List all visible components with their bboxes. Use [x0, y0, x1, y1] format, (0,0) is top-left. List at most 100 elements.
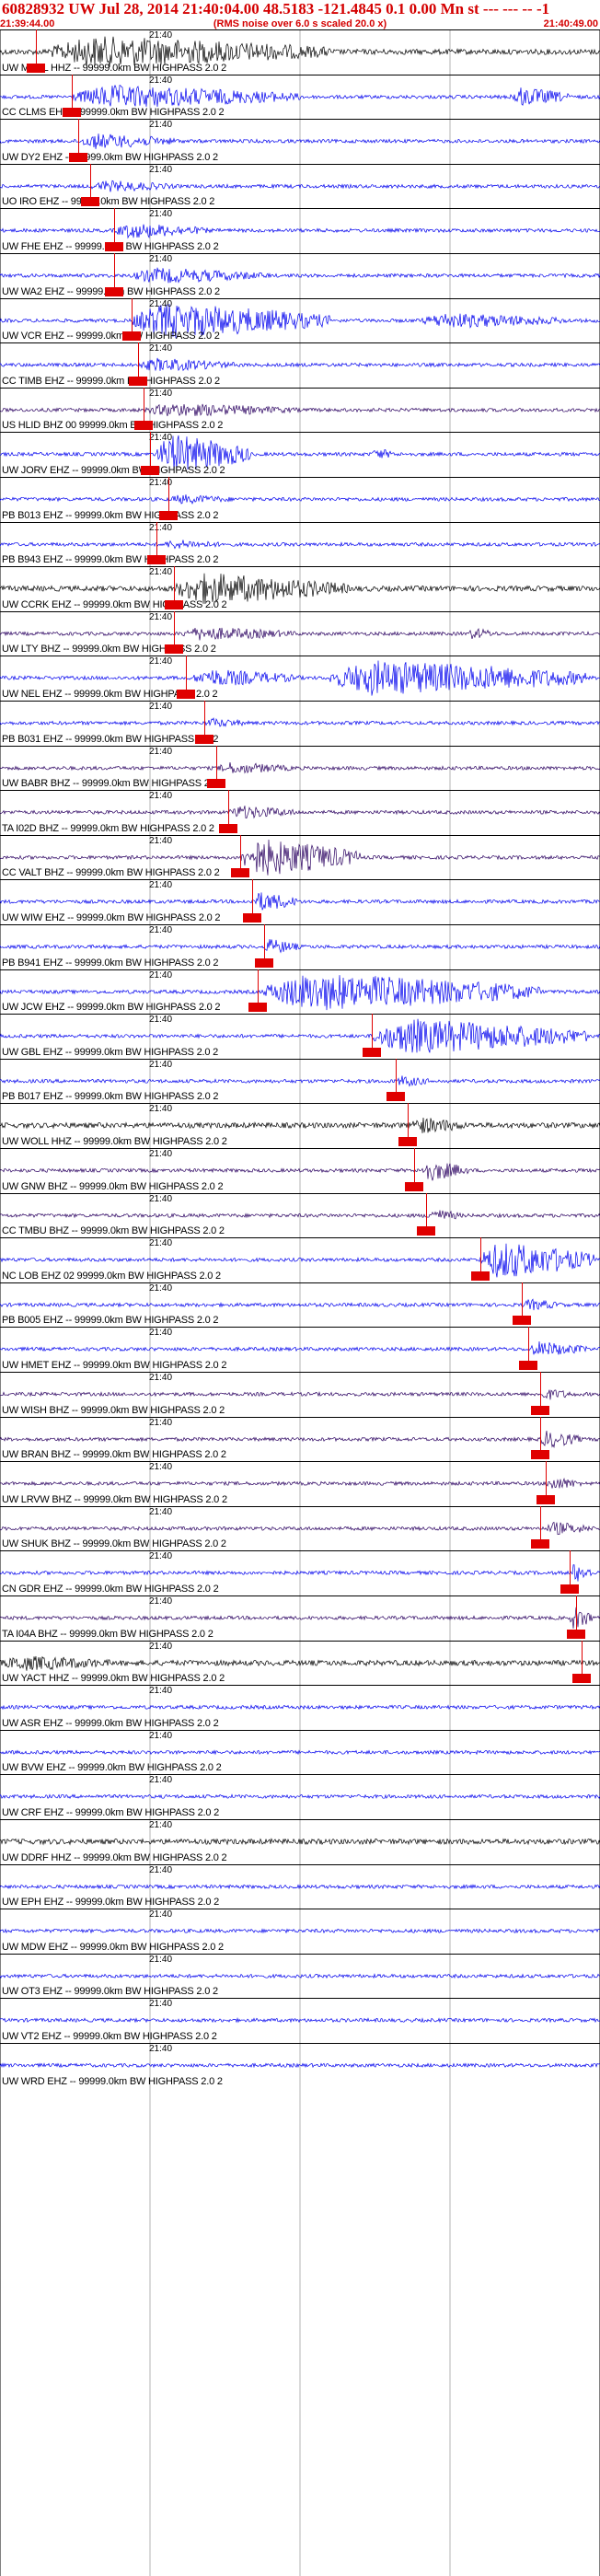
- time-tick-label: 21:40: [149, 880, 173, 891]
- phase-pick-marker[interactable]: [206, 779, 225, 789]
- station-label: PB B013 EHZ -- 99999.0km BW HIGHPASS 2.0…: [2, 509, 219, 521]
- phase-pick-line: [251, 879, 253, 913]
- phase-pick-marker[interactable]: [242, 912, 261, 922]
- trace-row: 21:40 UW GNW BHZ -- 99999.0km BW HIGHPASS…: [0, 1148, 600, 1193]
- time-tick-label: 21:40: [149, 209, 173, 220]
- phase-pick-marker[interactable]: [470, 1271, 490, 1281]
- station-label: UW YACT HHZ -- 99999.0km BW HIGHPASS 2.0…: [2, 1673, 225, 1685]
- trace-row: 21:40 CC CLMS EHZ -- 99999.0km BW HIGHPAS…: [0, 74, 600, 120]
- time-tick-label: 21:40: [149, 925, 173, 935]
- phase-pick-marker[interactable]: [68, 152, 87, 162]
- phase-pick-marker[interactable]: [416, 1226, 435, 1236]
- phase-pick-marker[interactable]: [518, 1360, 537, 1370]
- trace-row: 21:40 UW WIW EHZ -- 99999.0km BW HIGHPASS…: [0, 879, 600, 924]
- phase-pick-marker[interactable]: [398, 1136, 418, 1146]
- station-label: UW CRF EHZ -- 99999.0km BW HIGHPASS 2.0 …: [2, 1806, 220, 1818]
- phase-pick-marker[interactable]: [63, 108, 82, 118]
- waveform-path: [0, 1883, 600, 1889]
- time-tick-label: 21:40: [149, 702, 173, 712]
- time-tick-label: 21:40: [149, 1193, 173, 1204]
- station-label: UW ASR EHZ -- 99999.0km BW HIGHPASS 2.0 …: [2, 1717, 219, 1729]
- phase-pick-marker[interactable]: [530, 1450, 549, 1460]
- waveform-path: [0, 892, 600, 911]
- trace-row: 21:40 UW HMET EHZ -- 99999.0km BW HIGHPAS…: [0, 1327, 600, 1372]
- phase-pick-line: [137, 342, 139, 377]
- phase-pick-marker[interactable]: [513, 1316, 532, 1326]
- phase-pick-marker[interactable]: [254, 957, 273, 968]
- phase-pick-marker[interactable]: [363, 1047, 382, 1057]
- phase-pick-marker[interactable]: [530, 1539, 549, 1549]
- station-label: PB B943 EHZ -- 99999.0km BW HIGHPASS 2.0…: [2, 554, 219, 566]
- time-tick-label: 21:40: [149, 791, 173, 802]
- trace-row: 21:40 UO IRO EHZ -- 99999.0km BW HIGHPASS…: [0, 163, 600, 209]
- phase-pick-marker[interactable]: [104, 241, 123, 251]
- time-tick-label: 21:40: [149, 1864, 173, 1875]
- phase-pick-marker[interactable]: [146, 555, 166, 565]
- time-tick-label: 21:40: [149, 1328, 173, 1339]
- station-label: UW EPH EHZ -- 99999.0km BW HIGHPASS 2.0 …: [2, 1897, 220, 1909]
- phase-pick-marker[interactable]: [530, 1405, 549, 1415]
- phase-pick-marker[interactable]: [134, 421, 154, 431]
- phase-pick-marker[interactable]: [218, 823, 237, 833]
- trace-row: 21:40 TA I02D BHZ -- 99999.0km BW HIGHPAS…: [0, 790, 600, 835]
- waveform-path: [0, 84, 600, 107]
- phase-pick-marker[interactable]: [404, 1181, 423, 1191]
- trace-row: 21:40 UW BABR BHZ -- 99999.0km BW HIGHPAS…: [0, 745, 600, 791]
- trace-row: 21:40 UW BVW EHZ -- 99999.0km BW HIGHPASS…: [0, 1729, 600, 1775]
- time-tick-label: 21:40: [149, 1596, 173, 1607]
- phase-pick-marker[interactable]: [165, 644, 184, 655]
- phase-pick-line: [72, 74, 74, 109]
- phase-pick-marker[interactable]: [80, 197, 99, 207]
- phase-pick-line: [396, 1058, 398, 1093]
- time-tick-label: 21:40: [149, 1059, 173, 1070]
- phase-pick-line: [527, 1327, 529, 1361]
- time-tick-label: 21:40: [149, 611, 173, 622]
- phase-pick-marker[interactable]: [165, 599, 184, 609]
- station-label: UO IRO EHZ -- 99999.0km BW HIGHPASS 2.0 …: [2, 196, 215, 208]
- station-label: CC TMBU BHZ -- 99999.0km BW HIGHPASS 2.0…: [2, 1225, 225, 1237]
- time-tick-label: 21:40: [149, 1506, 173, 1517]
- trace-row: 21:40 UW MDW EHZ -- 99999.0km BW HIGHPASS…: [0, 1909, 600, 1954]
- trace-row: 21:40 UW NEL EHZ -- 99999.0km BW HIGHPASS…: [0, 656, 600, 701]
- phase-pick-marker[interactable]: [230, 868, 249, 878]
- time-tick-label: 21:40: [149, 1417, 173, 1428]
- waveform-path: [0, 133, 600, 150]
- phase-pick-marker[interactable]: [158, 510, 178, 520]
- trace-row: 21:40 CC VALT BHZ -- 99999.0km BW HIGHPAS…: [0, 834, 600, 880]
- phase-pick-marker[interactable]: [104, 286, 123, 296]
- phase-pick-line: [174, 610, 176, 645]
- phase-pick-marker[interactable]: [177, 689, 196, 699]
- station-label: CC CLMS EHZ -- 99999.0km BW HIGHPASS 2.0…: [2, 107, 225, 119]
- waveform-path: [0, 1655, 600, 1671]
- phase-pick-line: [263, 924, 265, 958]
- phase-pick-marker[interactable]: [537, 1494, 556, 1504]
- trace-row: 21:40 UW MRBL HHZ -- 99999.0km BW HIGHPAS…: [0, 29, 600, 75]
- phase-pick-marker[interactable]: [387, 1092, 406, 1102]
- phase-pick-marker[interactable]: [248, 1003, 268, 1013]
- trace-row: 21:40 UW LRVW BHZ -- 99999.0km BW HIGHPAS…: [0, 1461, 600, 1506]
- trace-row: 21:40 UW SHUK BHZ -- 99999.0km BW HIGHPAS…: [0, 1505, 600, 1551]
- time-tick-label: 21:40: [149, 30, 173, 41]
- phase-pick-line: [203, 701, 205, 735]
- time-tick-label: 21:40: [149, 2044, 173, 2054]
- phase-pick-line: [156, 521, 157, 556]
- phase-pick-marker[interactable]: [122, 331, 142, 342]
- time-tick-label: 21:40: [149, 298, 173, 309]
- time-tick-label: 21:40: [149, 1238, 173, 1249]
- phase-pick-marker[interactable]: [572, 1674, 592, 1684]
- waveform-path: [0, 225, 600, 239]
- time-tick-label: 21:40: [149, 1909, 173, 1920]
- phase-pick-line: [539, 1416, 541, 1451]
- phase-pick-marker[interactable]: [128, 376, 147, 386]
- phase-pick-marker[interactable]: [560, 1584, 580, 1594]
- phase-pick-marker[interactable]: [141, 465, 159, 475]
- time-tick-label: 21:40: [149, 1015, 173, 1026]
- phase-pick-marker[interactable]: [566, 1629, 585, 1639]
- phase-pick-line: [408, 1103, 410, 1137]
- waveform-path: [0, 761, 600, 774]
- phase-pick-line: [539, 1505, 541, 1540]
- time-tick-label: 21:40: [149, 835, 173, 846]
- phase-pick-marker[interactable]: [27, 63, 46, 73]
- trace-row: 21:40 PB B031 EHZ -- 99999.0km BW HIGHPAS…: [0, 701, 600, 746]
- phase-pick-marker[interactable]: [194, 734, 213, 744]
